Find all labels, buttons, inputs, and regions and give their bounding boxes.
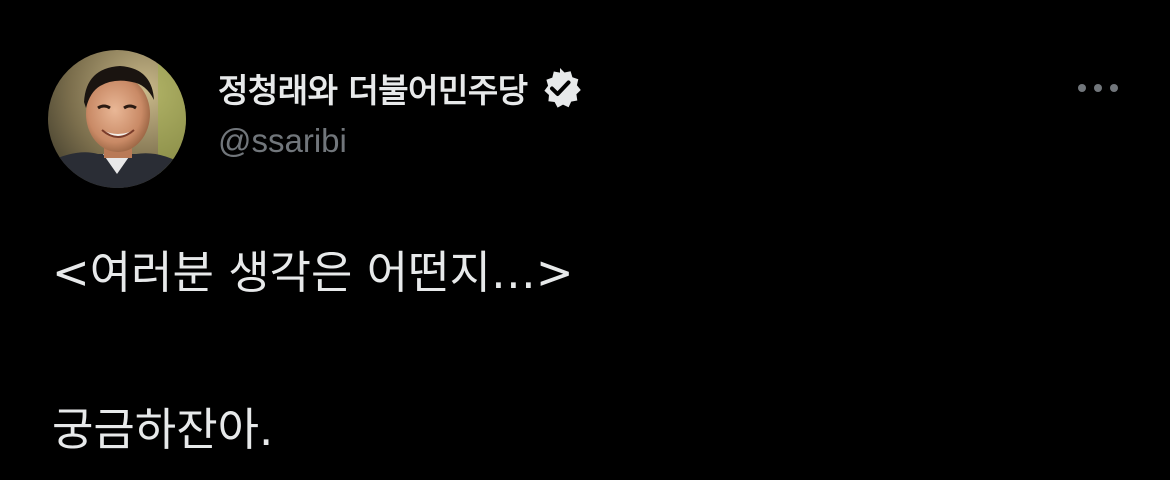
- more-horizontal-icon: [1094, 84, 1102, 92]
- avatar-image: [48, 50, 186, 188]
- tweet-text-line-1: <여러분 생각은 어떤지…>: [52, 246, 574, 299]
- more-horizontal-icon: [1110, 84, 1118, 92]
- tweet-header: 정청래와 더불어민주당 @ssaribi: [218, 56, 582, 160]
- author-handle[interactable]: @ssaribi: [218, 122, 582, 160]
- verified-badge-icon[interactable]: [538, 66, 582, 110]
- author-name-row: 정청래와 더불어민주당: [218, 56, 582, 120]
- avatar[interactable]: [48, 50, 186, 188]
- author-display-name[interactable]: 정청래와 더불어민주당: [218, 64, 528, 112]
- tweet-text-line-2: 궁금하잔아.: [52, 403, 274, 456]
- more-horizontal-icon: [1078, 84, 1086, 92]
- more-options-button[interactable]: [1078, 70, 1118, 106]
- tweet-card: 정청래와 더불어민주당 @ssaribi <여러분 생각은 어떤지…> 궁금하잔…: [0, 0, 1170, 480]
